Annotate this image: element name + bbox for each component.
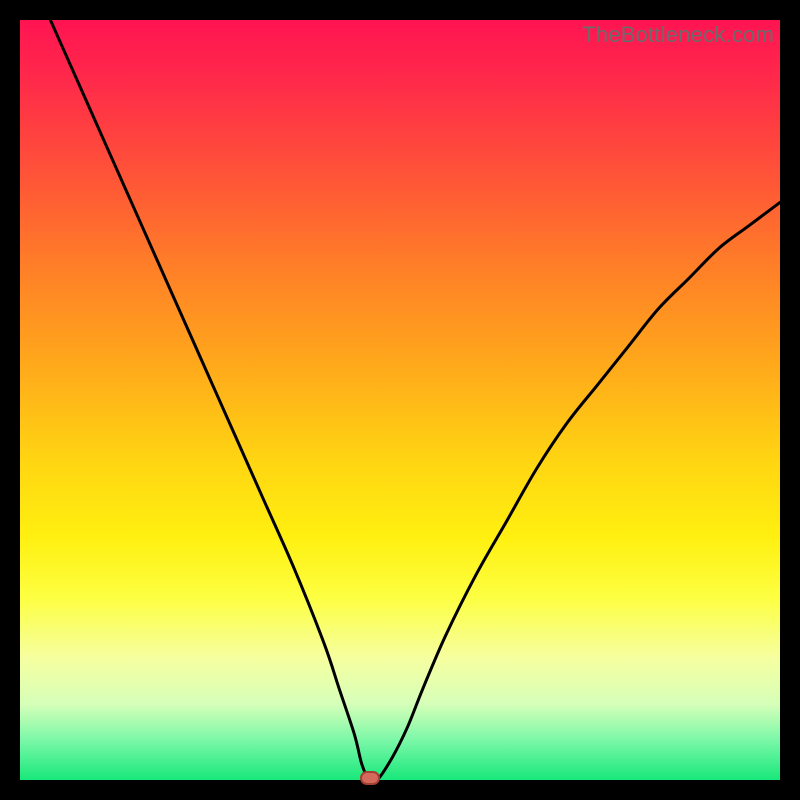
bottleneck-curve — [20, 20, 780, 780]
chart-frame: TheBottleneck.com — [20, 20, 780, 780]
plot-area: TheBottleneck.com — [20, 20, 780, 780]
optimal-point-marker — [360, 771, 380, 785]
